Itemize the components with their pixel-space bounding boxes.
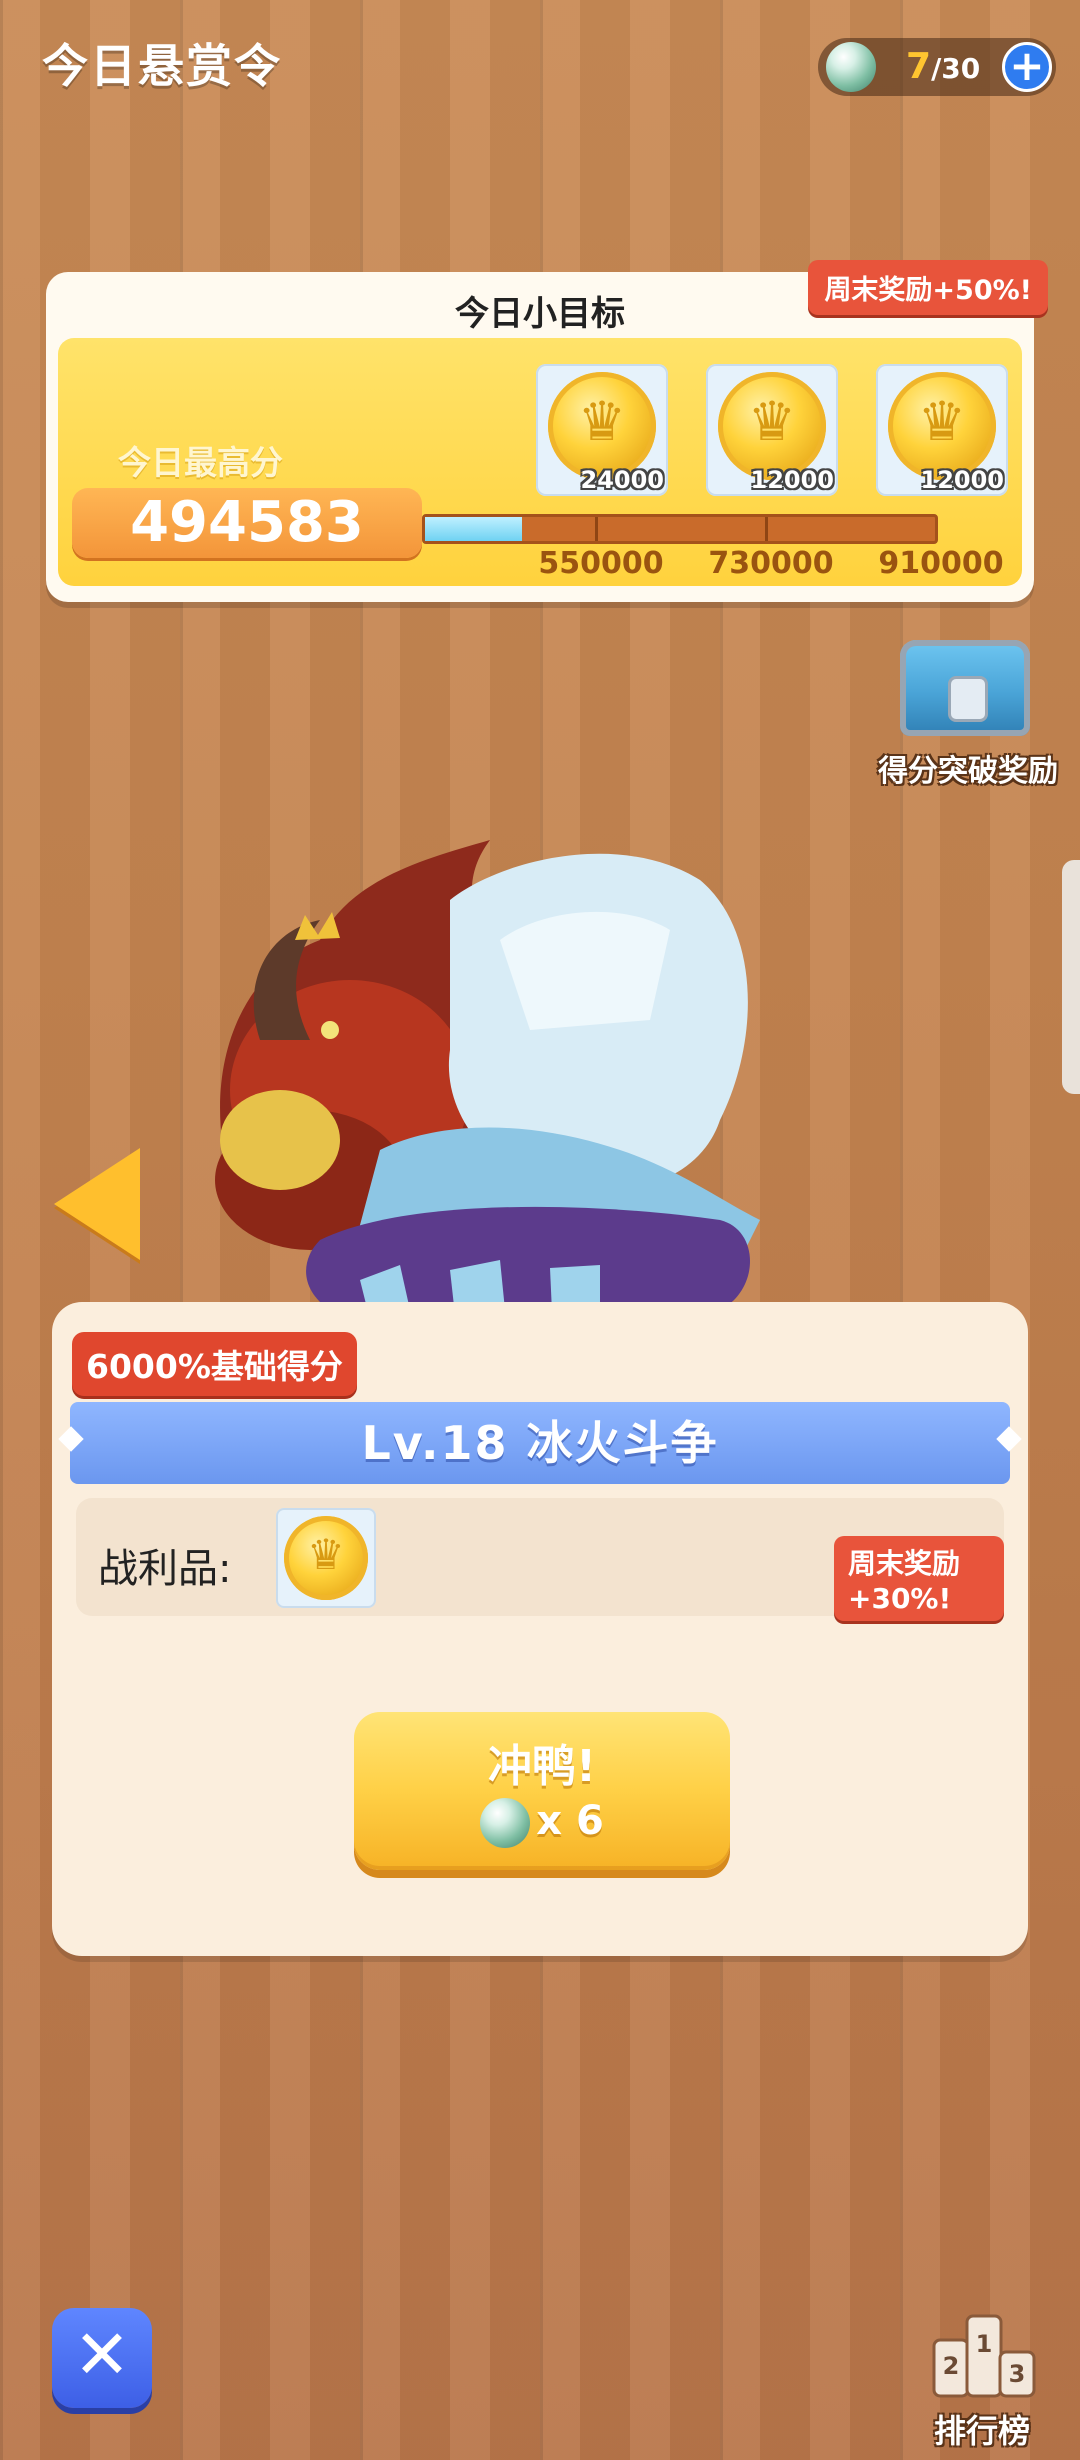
base-score-badge: 6000%基础得分 — [72, 1332, 357, 1396]
score-progress-bar — [422, 514, 938, 544]
podium-icon: 2 1 3 — [932, 2314, 1036, 2398]
start-button-label: 冲鸭! — [487, 1741, 597, 1792]
best-score-value: 494583 — [72, 488, 422, 558]
energy-counter: 7/30 + — [818, 38, 1056, 96]
start-cost: x 6 — [354, 1798, 730, 1848]
level-title: Lv.18 冰火斗争 — [361, 1416, 719, 1470]
close-button[interactable]: ✕ — [52, 2308, 152, 2408]
start-cost-value: x 6 — [536, 1798, 604, 1844]
plus-icon: + — [1009, 41, 1045, 90]
progress-divider — [595, 517, 598, 541]
daily-goal-panel: 今日最高分 494583 24000 12000 12000 550000 73… — [58, 338, 1022, 586]
side-drawer-handle[interactable] — [1062, 860, 1080, 1094]
crown-coin-icon — [888, 372, 996, 480]
energy-value: 7/30 — [906, 46, 980, 87]
milestone-score: 910000 — [878, 546, 1004, 581]
reward-amount: 24000 — [580, 466, 665, 494]
start-level-button[interactable]: 冲鸭! x 6 — [354, 1712, 730, 1870]
close-icon: ✕ — [73, 2316, 131, 2395]
progress-divider — [765, 517, 768, 541]
chest-lock-icon — [948, 676, 988, 722]
energy-current: 7 — [906, 46, 932, 87]
milestone-reward-2[interactable]: 12000 — [706, 364, 838, 496]
energy-max: /30 — [931, 52, 981, 85]
reward-amount: 12000 — [920, 466, 1005, 494]
score-progress-fill — [425, 517, 522, 541]
loot-item[interactable] — [276, 1508, 376, 1608]
milestone-score: 550000 — [538, 546, 664, 581]
reward-amount: 12000 — [750, 466, 835, 494]
best-score-label: 今日最高分 — [118, 443, 283, 482]
crown-coin-icon — [548, 372, 656, 480]
milestone-reward-1[interactable]: 24000 — [536, 364, 668, 496]
podium-third: 3 — [1009, 2360, 1026, 2388]
weekend-bonus-badge: 周末奖励+50%! — [808, 260, 1048, 315]
weekend-bonus-badge: 周末奖励+30%! — [834, 1536, 1004, 1621]
milestone-reward-3[interactable]: 12000 — [876, 364, 1008, 496]
level-ribbon: Lv.18 冰火斗争 — [58, 1402, 1022, 1484]
podium-second: 2 — [943, 2352, 960, 2380]
milestone-score: 730000 — [708, 546, 834, 581]
loot-row: 战利品: 周末奖励+30%! — [76, 1498, 1004, 1621]
daily-goal-card: 今日小目标 周末奖励+50%! 今日最高分 494583 24000 12000… — [46, 260, 1048, 602]
score-breakthrough-chest-button[interactable] — [900, 632, 1030, 742]
gem-icon — [480, 1798, 531, 1848]
loot-label: 战利品: — [98, 1546, 232, 1592]
crown-coin-icon — [718, 372, 826, 480]
previous-level-arrow[interactable] — [54, 1148, 140, 1260]
chest-label: 得分突破奖励 — [878, 754, 1058, 789]
page-title: 今日悬赏令 — [42, 39, 282, 93]
leaderboard-label: 排行榜 — [933, 2412, 1030, 2450]
podium-first: 1 — [976, 2330, 993, 2358]
crown-coin-icon — [284, 1516, 368, 1600]
gem-icon — [826, 42, 876, 92]
add-energy-button[interactable]: + — [1002, 42, 1052, 92]
leaderboard-button[interactable]: 2 1 3 排行榜 — [912, 2298, 1052, 2450]
